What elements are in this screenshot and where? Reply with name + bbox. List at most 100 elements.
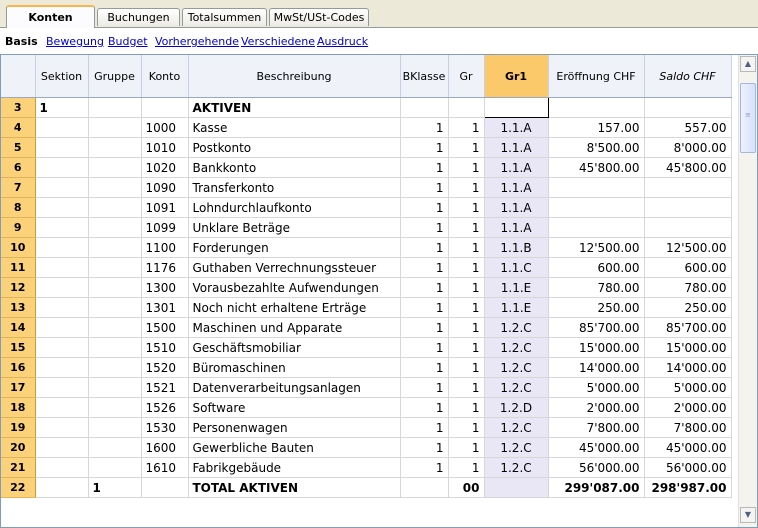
saldo-cell[interactable]: 14'000.00 (644, 357, 732, 378)
bklasse-cell[interactable]: 1 (400, 437, 449, 458)
bklasse-cell[interactable]: 1 (400, 297, 449, 318)
gr-cell[interactable]: 1 (448, 117, 485, 138)
gruppe-cell[interactable] (88, 317, 142, 338)
column-header-saldo[interactable]: Saldo CHF (644, 55, 732, 98)
gruppe-cell[interactable] (88, 197, 142, 218)
bklasse-cell[interactable]: 1 (400, 337, 449, 358)
saldo-cell[interactable] (644, 217, 732, 238)
saldo-cell[interactable]: 15'000.00 (644, 337, 732, 358)
konto-cell[interactable]: 1301 (141, 297, 189, 318)
konto-cell[interactable]: 1610 (141, 457, 189, 478)
table-row[interactable]: 12 1300 Vorausbezahlte Aufwendungen 1 1 1.1.E… (1, 277, 732, 298)
eroeffnung-cell[interactable] (548, 177, 645, 198)
konto-cell[interactable]: 1530 (141, 417, 189, 438)
sektion-cell[interactable] (35, 277, 89, 298)
column-header-bklasse[interactable]: BKlasse (400, 55, 449, 98)
saldo-cell[interactable]: 2'000.00 (644, 397, 732, 418)
saldo-cell[interactable]: 600.00 (644, 257, 732, 278)
eroeffnung-cell[interactable]: 780.00 (548, 277, 645, 298)
gr1-cell[interactable]: 1.2.C (484, 357, 549, 378)
beschreibung-cell[interactable]: Lohndurchlaufkonto (188, 197, 401, 218)
saldo-cell[interactable] (644, 97, 732, 118)
column-header-gruppe[interactable]: Gruppe (88, 55, 142, 98)
saldo-cell[interactable]: 250.00 (644, 297, 732, 318)
row-number[interactable]: 9 (1, 217, 36, 238)
eroeffnung-cell[interactable]: 56'000.00 (548, 457, 645, 478)
eroeffnung-cell[interactable] (548, 97, 645, 118)
bklasse-cell[interactable]: 1 (400, 317, 449, 338)
sektion-cell[interactable] (35, 457, 89, 478)
gr-cell[interactable]: 1 (448, 197, 485, 218)
gr-cell[interactable] (448, 97, 485, 118)
gruppe-cell[interactable] (88, 377, 142, 398)
table-row[interactable]: 17 1521 Datenverarbeitungsanlagen 1 1 1.2.C 5'… (1, 377, 732, 398)
bklasse-cell[interactable]: 1 (400, 377, 449, 398)
gr-cell[interactable]: 1 (448, 217, 485, 238)
gr-cell[interactable]: 1 (448, 177, 485, 198)
eroeffnung-cell[interactable]: 2'000.00 (548, 397, 645, 418)
gr-cell[interactable]: 1 (448, 157, 485, 178)
konto-cell[interactable]: 1020 (141, 157, 189, 178)
eroeffnung-cell[interactable]: 299'087.00 (548, 477, 645, 498)
saldo-cell[interactable]: 45'800.00 (644, 157, 732, 178)
table-row[interactable]: 6 1020 Bankkonto 1 1 1.1.A 45'800.00 45'800.00 (1, 157, 732, 178)
gr1-cell[interactable] (484, 477, 549, 498)
beschreibung-cell[interactable]: Transferkonto (188, 177, 401, 198)
sektion-cell[interactable] (35, 397, 89, 418)
gr-cell[interactable]: 1 (448, 357, 485, 378)
gruppe-cell[interactable] (88, 157, 142, 178)
view-link-budget[interactable]: Budget (108, 28, 148, 56)
row-number[interactable]: 22 (1, 477, 36, 498)
gr-cell[interactable]: 00 (448, 477, 485, 498)
view-link-verschiedene[interactable]: Verschiedene (241, 28, 315, 56)
beschreibung-cell[interactable]: Software (188, 397, 401, 418)
sektion-cell[interactable] (35, 117, 89, 138)
eroeffnung-cell[interactable]: 5'000.00 (548, 377, 645, 398)
sektion-cell[interactable] (35, 137, 89, 158)
table-row[interactable]: 14 1500 Maschinen und Apparate 1 1 1.2.C 85'70… (1, 317, 732, 338)
gruppe-cell[interactable] (88, 277, 142, 298)
column-header-sektion[interactable]: Sektion (35, 55, 89, 98)
gr1-cell[interactable]: 1.2.C (484, 437, 549, 458)
eroeffnung-cell[interactable]: 14'000.00 (548, 357, 645, 378)
beschreibung-cell[interactable]: AKTIVEN (188, 97, 401, 118)
bklasse-cell[interactable]: 1 (400, 117, 449, 138)
row-number[interactable]: 12 (1, 277, 36, 298)
table-row[interactable]: 22 1 TOTAL AKTIVEN 00 299'087.00 298'987.00 (1, 477, 732, 498)
bklasse-cell[interactable]: 1 (400, 457, 449, 478)
gruppe-cell[interactable] (88, 117, 142, 138)
gruppe-cell[interactable] (88, 397, 142, 418)
column-header-eroeffnung[interactable]: Eröffnung CHF (548, 55, 645, 98)
scroll-up-icon[interactable]: ▲ (740, 56, 756, 72)
table-row[interactable]: 4 1000 Kasse 1 1 1.1.A 157.00 557.00 (1, 117, 732, 138)
table-row[interactable]: 3 1 AKTIVEN (1, 97, 732, 118)
gruppe-cell[interactable] (88, 337, 142, 358)
gr-cell[interactable]: 1 (448, 337, 485, 358)
eroeffnung-cell[interactable]: 15'000.00 (548, 337, 645, 358)
sektion-cell[interactable] (35, 477, 89, 498)
gruppe-cell[interactable] (88, 217, 142, 238)
bklasse-cell[interactable]: 1 (400, 277, 449, 298)
bklasse-cell[interactable]: 1 (400, 417, 449, 438)
gruppe-cell[interactable] (88, 357, 142, 378)
konto-cell[interactable]: 1099 (141, 217, 189, 238)
gr1-cell[interactable]: 1.1.A (484, 197, 549, 218)
beschreibung-cell[interactable]: Fabrikgebäude (188, 457, 401, 478)
table-row[interactable]: 10 1100 Forderungen 1 1 1.1.B 12'500.00 12'500.… (1, 237, 732, 258)
beschreibung-cell[interactable]: Personenwagen (188, 417, 401, 438)
konto-cell[interactable]: 1600 (141, 437, 189, 458)
table-row[interactable]: 9 1099 Unklare Beträge 1 1 1.1.A (1, 217, 732, 238)
eroeffnung-cell[interactable]: 157.00 (548, 117, 645, 138)
sektion-cell[interactable] (35, 357, 89, 378)
column-header-gr[interactable]: Gr (448, 55, 485, 98)
sektion-cell[interactable] (35, 377, 89, 398)
bklasse-cell[interactable] (400, 477, 449, 498)
gr-cell[interactable]: 1 (448, 277, 485, 298)
eroeffnung-cell[interactable]: 250.00 (548, 297, 645, 318)
sektion-cell[interactable]: 1 (35, 97, 89, 118)
gr1-cell[interactable]: 1.2.D (484, 397, 549, 418)
sektion-cell[interactable] (35, 337, 89, 358)
scroll-down-icon[interactable]: ▼ (740, 507, 756, 523)
table-row[interactable]: 18 1526 Software 1 1 1.2.D 2'000.00 2'000.00 (1, 397, 732, 418)
gr1-cell[interactable]: 1.1.A (484, 117, 549, 138)
